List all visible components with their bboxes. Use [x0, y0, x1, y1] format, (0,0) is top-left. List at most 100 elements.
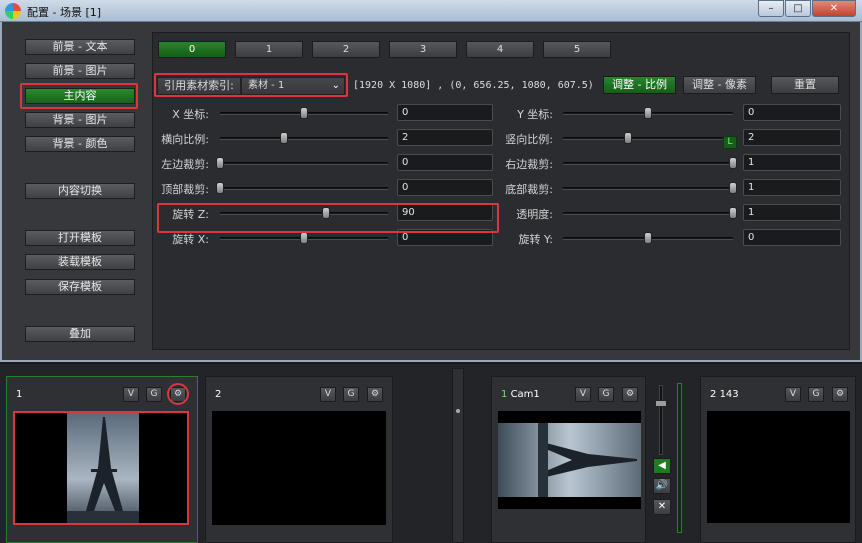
reset-button[interactable]: 重置 [771, 76, 839, 94]
left-param-slider[interactable] [220, 107, 388, 119]
right-param-value-input[interactable]: 2 [743, 129, 841, 146]
left-param-label: 旋转 Z: [172, 208, 209, 221]
slider-thumb[interactable] [300, 232, 308, 244]
gear-icon[interactable]: ⚙ [622, 387, 638, 402]
chevron-down-icon: ⌄ [331, 80, 340, 91]
cell-number: 1 Cam1 [501, 389, 540, 400]
g-button[interactable]: G [808, 387, 824, 402]
front-image-button[interactable]: 前景 - 图片 [25, 63, 135, 79]
preview-cell-143[interactable]: 2 143 V G ⚙ [700, 376, 856, 543]
left-param-slider[interactable] [220, 207, 388, 219]
tab-1[interactable]: 1 [235, 41, 303, 58]
handle-dot [456, 409, 460, 413]
right-param-label: 旋转 Y: [518, 233, 553, 246]
title-bar: 配置 - 场景 [1] – □ ✕ [0, 0, 862, 22]
left-param-slider[interactable] [220, 132, 388, 144]
back-image-button[interactable]: 背景 - 图片 [25, 112, 135, 128]
slider-thumb[interactable] [216, 182, 224, 194]
overlay-button[interactable]: 叠加 [25, 326, 135, 342]
speaker-icon[interactable]: ◀ [653, 458, 671, 474]
content-switch-button[interactable]: 内容切换 [25, 183, 135, 199]
right-param-slider[interactable] [563, 107, 733, 119]
left-param-slider[interactable] [216, 182, 388, 194]
volume-thumb[interactable] [655, 400, 667, 407]
right-param-label: 竖向比例: [505, 133, 553, 146]
adjust-pixel-button[interactable]: 调整 - 像素 [683, 76, 756, 94]
property-panel: 0 1 2 3 4 5 引用素材索引: 素材 - 1 ⌄ [1920 X 108… [152, 32, 850, 350]
tab-4[interactable]: 4 [466, 41, 534, 58]
right-param-value-input[interactable]: 1 [743, 204, 841, 221]
tab-0[interactable]: 0 [158, 41, 226, 58]
right-param-label: 底部裁剪: [505, 183, 553, 196]
g-button[interactable]: G [343, 387, 359, 402]
left-param-label: X 坐标: [172, 108, 209, 121]
open-template-button[interactable]: 打开模板 [25, 230, 135, 246]
front-text-button[interactable]: 前景 - 文本 [25, 39, 135, 55]
left-button-column: 前景 - 文本 前景 - 图片 主内容 背景 - 图片 背景 - 颜色 内容切换… [17, 32, 141, 350]
right-param-slider[interactable] [563, 157, 737, 169]
reference-index-value: 素材 - 1 [248, 80, 285, 91]
tab-5[interactable]: 5 [543, 41, 611, 58]
splitter-handle[interactable] [452, 368, 464, 543]
adjust-ratio-button[interactable]: 调整 - 比例 [603, 76, 676, 94]
slider-thumb[interactable] [729, 157, 737, 169]
left-param-label: 左边裁剪: [161, 158, 209, 171]
close-button[interactable]: ✕ [812, 0, 856, 17]
eiffel-tower-rotated-image [498, 423, 641, 497]
right-param-slider[interactable] [563, 232, 733, 244]
slider-thumb[interactable] [623, 132, 632, 144]
gear-icon[interactable]: ⚙ [832, 387, 848, 402]
v-button[interactable]: V [785, 387, 801, 402]
slider-thumb[interactable] [300, 107, 308, 119]
slider-thumb[interactable] [729, 182, 737, 194]
window-controls: – □ ✕ [757, 0, 856, 17]
slider-thumb[interactable] [644, 232, 652, 244]
back-color-button[interactable]: 背景 - 颜色 [25, 136, 135, 152]
g-button[interactable]: G [146, 387, 162, 402]
slider-thumb[interactable] [279, 132, 288, 144]
right-param-slider[interactable] [563, 132, 733, 144]
volume-icon[interactable]: 🔊 [653, 478, 671, 494]
window-title: 配置 - 场景 [1] [27, 6, 102, 19]
audio-strip: ◀ 🔊 ✕ [650, 380, 686, 540]
slider-thumb[interactable] [216, 157, 224, 169]
left-param-slider[interactable] [220, 232, 388, 244]
maximize-button[interactable]: □ [785, 0, 811, 17]
right-param-slider[interactable] [563, 182, 737, 194]
load-template-button[interactable]: 装载模板 [25, 254, 135, 270]
main-content-button[interactable]: 主内容 [25, 88, 135, 104]
slider-thumb[interactable] [321, 207, 330, 219]
tab-2[interactable]: 2 [312, 41, 380, 58]
left-param-slider[interactable] [216, 157, 388, 169]
gear-icon[interactable]: ⚙ [170, 387, 186, 402]
resolution-text: [1920 X 1080] , (0, 656.25, 1080, 607.5) [353, 80, 594, 91]
right-param-value-input[interactable]: 0 [743, 229, 841, 246]
preview-cell-1[interactable]: 1 V G ⚙ [6, 376, 198, 543]
preview-cell-2[interactable]: 2 V G ⚙ [205, 376, 393, 543]
right-param-value-input[interactable]: 1 [743, 179, 841, 196]
right-param-value-input[interactable]: 0 [743, 104, 841, 121]
right-param-slider[interactable] [563, 207, 737, 219]
preview-cell-cam1[interactable]: 1 Cam1 V G ⚙ [491, 376, 646, 543]
gear-icon[interactable]: ⚙ [367, 387, 383, 402]
app-icon [5, 3, 21, 19]
reference-index-select[interactable]: 素材 - 1 ⌄ [241, 77, 345, 95]
lock-ratio-toggle[interactable]: L [723, 136, 737, 149]
eiffel-tower-image [67, 413, 139, 523]
v-button[interactable]: V [575, 387, 591, 402]
slider-thumb[interactable] [644, 107, 652, 119]
v-button[interactable]: V [123, 387, 139, 402]
preview-screen [13, 411, 189, 525]
audio-meter [677, 383, 682, 533]
tab-3[interactable]: 3 [389, 41, 457, 58]
v-button[interactable]: V [320, 387, 336, 402]
right-param-value-input[interactable]: 1 [743, 154, 841, 171]
right-param-label: Y 坐标: [517, 108, 553, 121]
g-button[interactable]: G [598, 387, 614, 402]
minimize-button[interactable]: – [758, 0, 784, 17]
slider-thumb[interactable] [729, 207, 737, 219]
left-param-label: 横向比例: [161, 133, 209, 146]
volume-slider[interactable] [655, 385, 667, 455]
mute-icon[interactable]: ✕ [653, 499, 671, 515]
save-template-button[interactable]: 保存模板 [25, 279, 135, 295]
